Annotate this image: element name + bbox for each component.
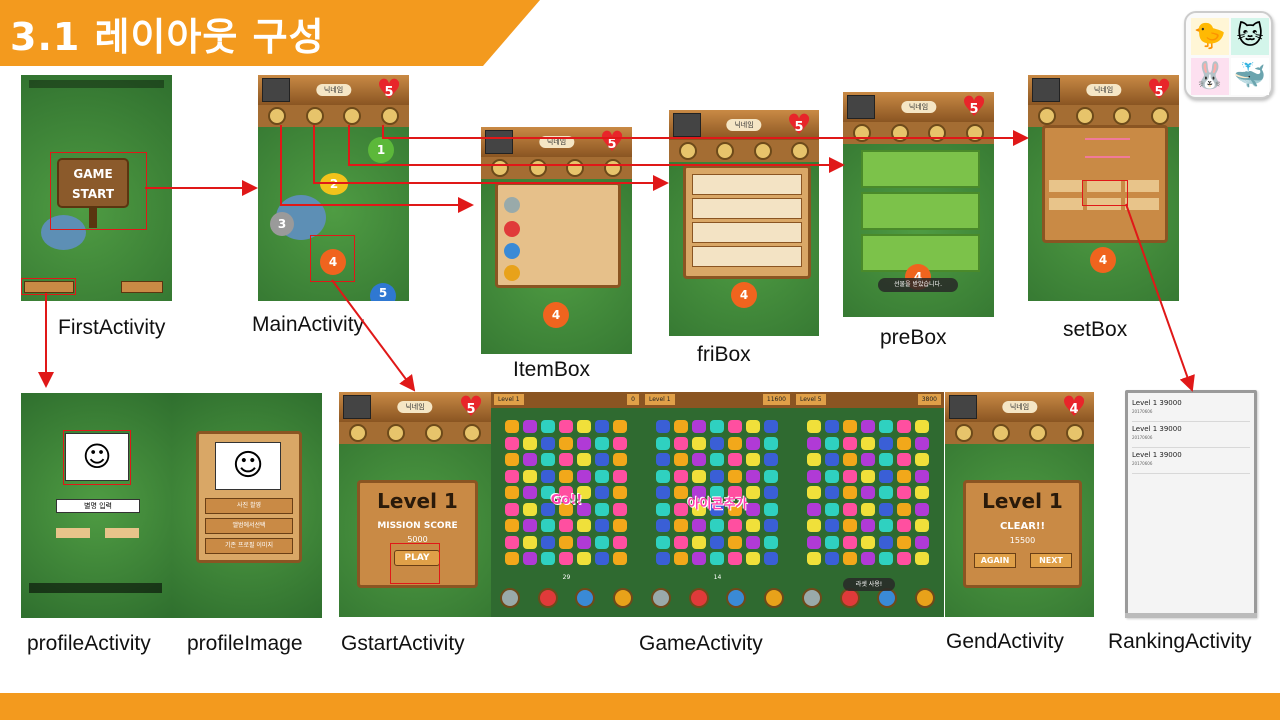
arrow-main-to-prebox	[348, 125, 845, 173]
arrow-main-to-fribox	[313, 125, 669, 191]
arrow-main-to-setbox	[382, 125, 1029, 146]
arrow-main-to-gstart	[331, 279, 416, 392]
arrow-setbox-to-ranking	[1125, 203, 1195, 392]
footer-bar	[0, 693, 1280, 720]
flow-arrows	[38, 125, 1195, 392]
